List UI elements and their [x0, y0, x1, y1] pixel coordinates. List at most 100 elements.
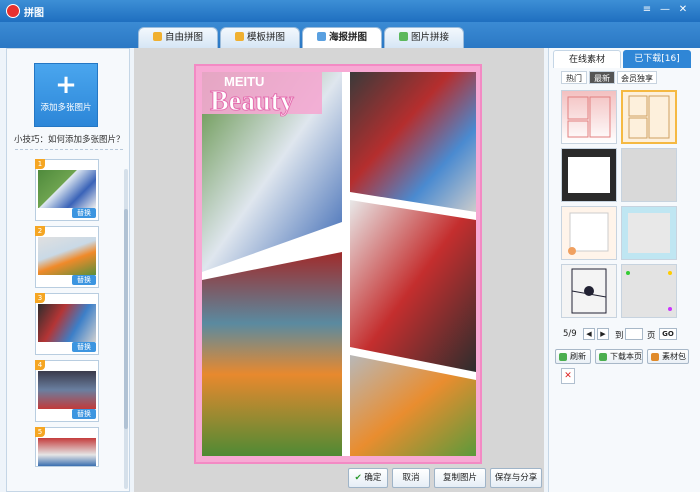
- stitch-icon: [398, 32, 408, 41]
- app-window: 拼图 ≡ — ✕ 自由拼图 模板拼图 海报拼图 图片拼接 + 添加多张图片 小技…: [0, 0, 700, 492]
- template-preview: [568, 212, 609, 255]
- tab-label: 模板拼图: [246, 32, 285, 43]
- photo-3[interactable]: [350, 200, 476, 372]
- prev-page-button[interactable]: ◀: [583, 328, 595, 340]
- refresh-icon: [559, 353, 567, 361]
- next-page-button[interactable]: ▶: [597, 328, 609, 340]
- refresh-label: 刷新: [570, 352, 586, 361]
- thumb-image: [38, 304, 96, 342]
- scrollbar[interactable]: [124, 169, 128, 489]
- thumb-number: 5: [35, 427, 45, 437]
- replace-button[interactable]: 替换: [72, 275, 96, 285]
- poster-icon: [316, 32, 326, 41]
- thumb-image: [38, 438, 96, 466]
- thumbnail-item[interactable]: 5: [35, 427, 99, 467]
- goto-label: 到: [615, 331, 624, 341]
- divider: [15, 149, 123, 150]
- bottom-actions: ✔ 确定 取消 复制图片 保存与分享: [348, 468, 544, 490]
- refresh-button[interactable]: 刷新: [555, 349, 591, 364]
- scrollbar-thumb[interactable]: [124, 209, 128, 429]
- template-item[interactable]: [561, 206, 617, 260]
- tip-link[interactable]: 小技巧：如何添加多张图片？: [14, 133, 125, 145]
- page-unit-label: 页: [647, 331, 656, 341]
- download-label: 下载本页: [610, 352, 642, 361]
- mode-tabs: 自由拼图 模板拼图 海报拼图 图片拼接: [0, 22, 700, 48]
- plus-icon: +: [55, 70, 77, 100]
- template-icon: [234, 32, 244, 41]
- template-item[interactable]: [561, 148, 617, 202]
- go-button[interactable]: GO: [659, 328, 677, 340]
- photo-5[interactable]: [350, 355, 476, 456]
- poster-canvas[interactable]: MEITU Beauty: [194, 64, 482, 464]
- replace-button[interactable]: 替换: [72, 342, 96, 352]
- copy-image-button[interactable]: 复制图片: [434, 468, 486, 488]
- thumb-number: 4: [35, 360, 45, 370]
- confirm-button[interactable]: ✔ 确定: [348, 468, 388, 488]
- filter-vip[interactable]: 会员独享: [617, 71, 657, 84]
- template-item[interactable]: [621, 264, 677, 318]
- thumb-number: 3: [35, 293, 45, 303]
- tab-free-collage[interactable]: 自由拼图: [138, 27, 218, 48]
- material-pack-label: 素材包: [662, 352, 686, 361]
- template-item[interactable]: [561, 90, 617, 144]
- page-indicator: 5/9: [563, 329, 577, 339]
- template-grid: [561, 90, 689, 320]
- tab-poster-collage[interactable]: 海报拼图: [302, 27, 382, 48]
- template-preview: [568, 157, 610, 193]
- thumbnail-item[interactable]: 2 替换: [35, 226, 99, 288]
- filter-newest[interactable]: 最新: [589, 71, 615, 84]
- check-icon: ✔: [354, 473, 362, 483]
- thumbnail-item[interactable]: 3 替换: [35, 293, 99, 355]
- thumb-image: [38, 237, 96, 275]
- confirm-label: 确定: [364, 473, 382, 483]
- download-page-button[interactable]: 下载本页: [595, 349, 643, 364]
- template-preview: [571, 268, 607, 314]
- tab-label: 海报拼图: [328, 32, 367, 43]
- photo-4[interactable]: [202, 252, 342, 456]
- thumb-image: [38, 371, 96, 409]
- template-item[interactable]: [621, 148, 677, 202]
- thumb-number: 2: [35, 226, 45, 236]
- cancel-button[interactable]: 取消: [392, 468, 430, 488]
- tab-label: 自由拼图: [164, 32, 203, 43]
- delete-icon[interactable]: ✕: [561, 368, 575, 384]
- template-preview: [567, 96, 611, 138]
- download-icon: [599, 353, 607, 361]
- save-share-button[interactable]: 保存与分享: [490, 468, 542, 488]
- tab-downloaded[interactable]: 已下载[16]: [623, 50, 691, 68]
- thumbnail-item[interactable]: 1 替换: [35, 159, 99, 221]
- add-images-button[interactable]: + 添加多张图片: [34, 63, 98, 127]
- template-item[interactable]: [621, 206, 677, 260]
- menu-icon[interactable]: ≡: [640, 3, 654, 17]
- thumb-image: [38, 170, 96, 208]
- template-item-selected[interactable]: [621, 90, 677, 144]
- minimize-icon[interactable]: —: [658, 3, 672, 17]
- thumbnail-item[interactable]: 4 替换: [35, 360, 99, 422]
- page-input[interactable]: [625, 328, 643, 340]
- photo-2[interactable]: [350, 72, 476, 212]
- template-preview: [626, 271, 672, 311]
- replace-button[interactable]: 替换: [72, 409, 96, 419]
- canvas-area: MEITU Beauty: [134, 48, 544, 492]
- template-preview: [628, 95, 670, 139]
- poster-title: Beauty: [210, 86, 294, 117]
- image-list-panel: + 添加多张图片 小技巧：如何添加多张图片？ 1 替换 2 替换 3 替换 4 …: [6, 48, 130, 492]
- title-bar: 拼图 ≡ — ✕: [0, 0, 700, 22]
- material-pack-button[interactable]: 素材包: [647, 349, 689, 364]
- template-item[interactable]: [561, 264, 617, 318]
- window-title: 拼图: [24, 8, 44, 19]
- app-logo-icon: [6, 4, 20, 18]
- package-icon: [651, 353, 659, 361]
- close-icon[interactable]: ✕: [676, 3, 690, 17]
- tab-label: 图片拼接: [410, 32, 449, 43]
- star-icon: [152, 32, 162, 41]
- replace-button[interactable]: 替换: [72, 208, 96, 218]
- poster-content: MEITU Beauty: [202, 72, 476, 456]
- tab-image-stitch[interactable]: 图片拼接: [384, 27, 464, 48]
- collage-photos: MEITU Beauty: [202, 72, 476, 456]
- template-preview: [628, 213, 670, 253]
- filter-hot[interactable]: 热门: [561, 71, 587, 84]
- tab-template-collage[interactable]: 模板拼图: [220, 27, 300, 48]
- thumb-number: 1: [35, 159, 45, 169]
- tab-online-material[interactable]: 在线素材: [553, 50, 621, 68]
